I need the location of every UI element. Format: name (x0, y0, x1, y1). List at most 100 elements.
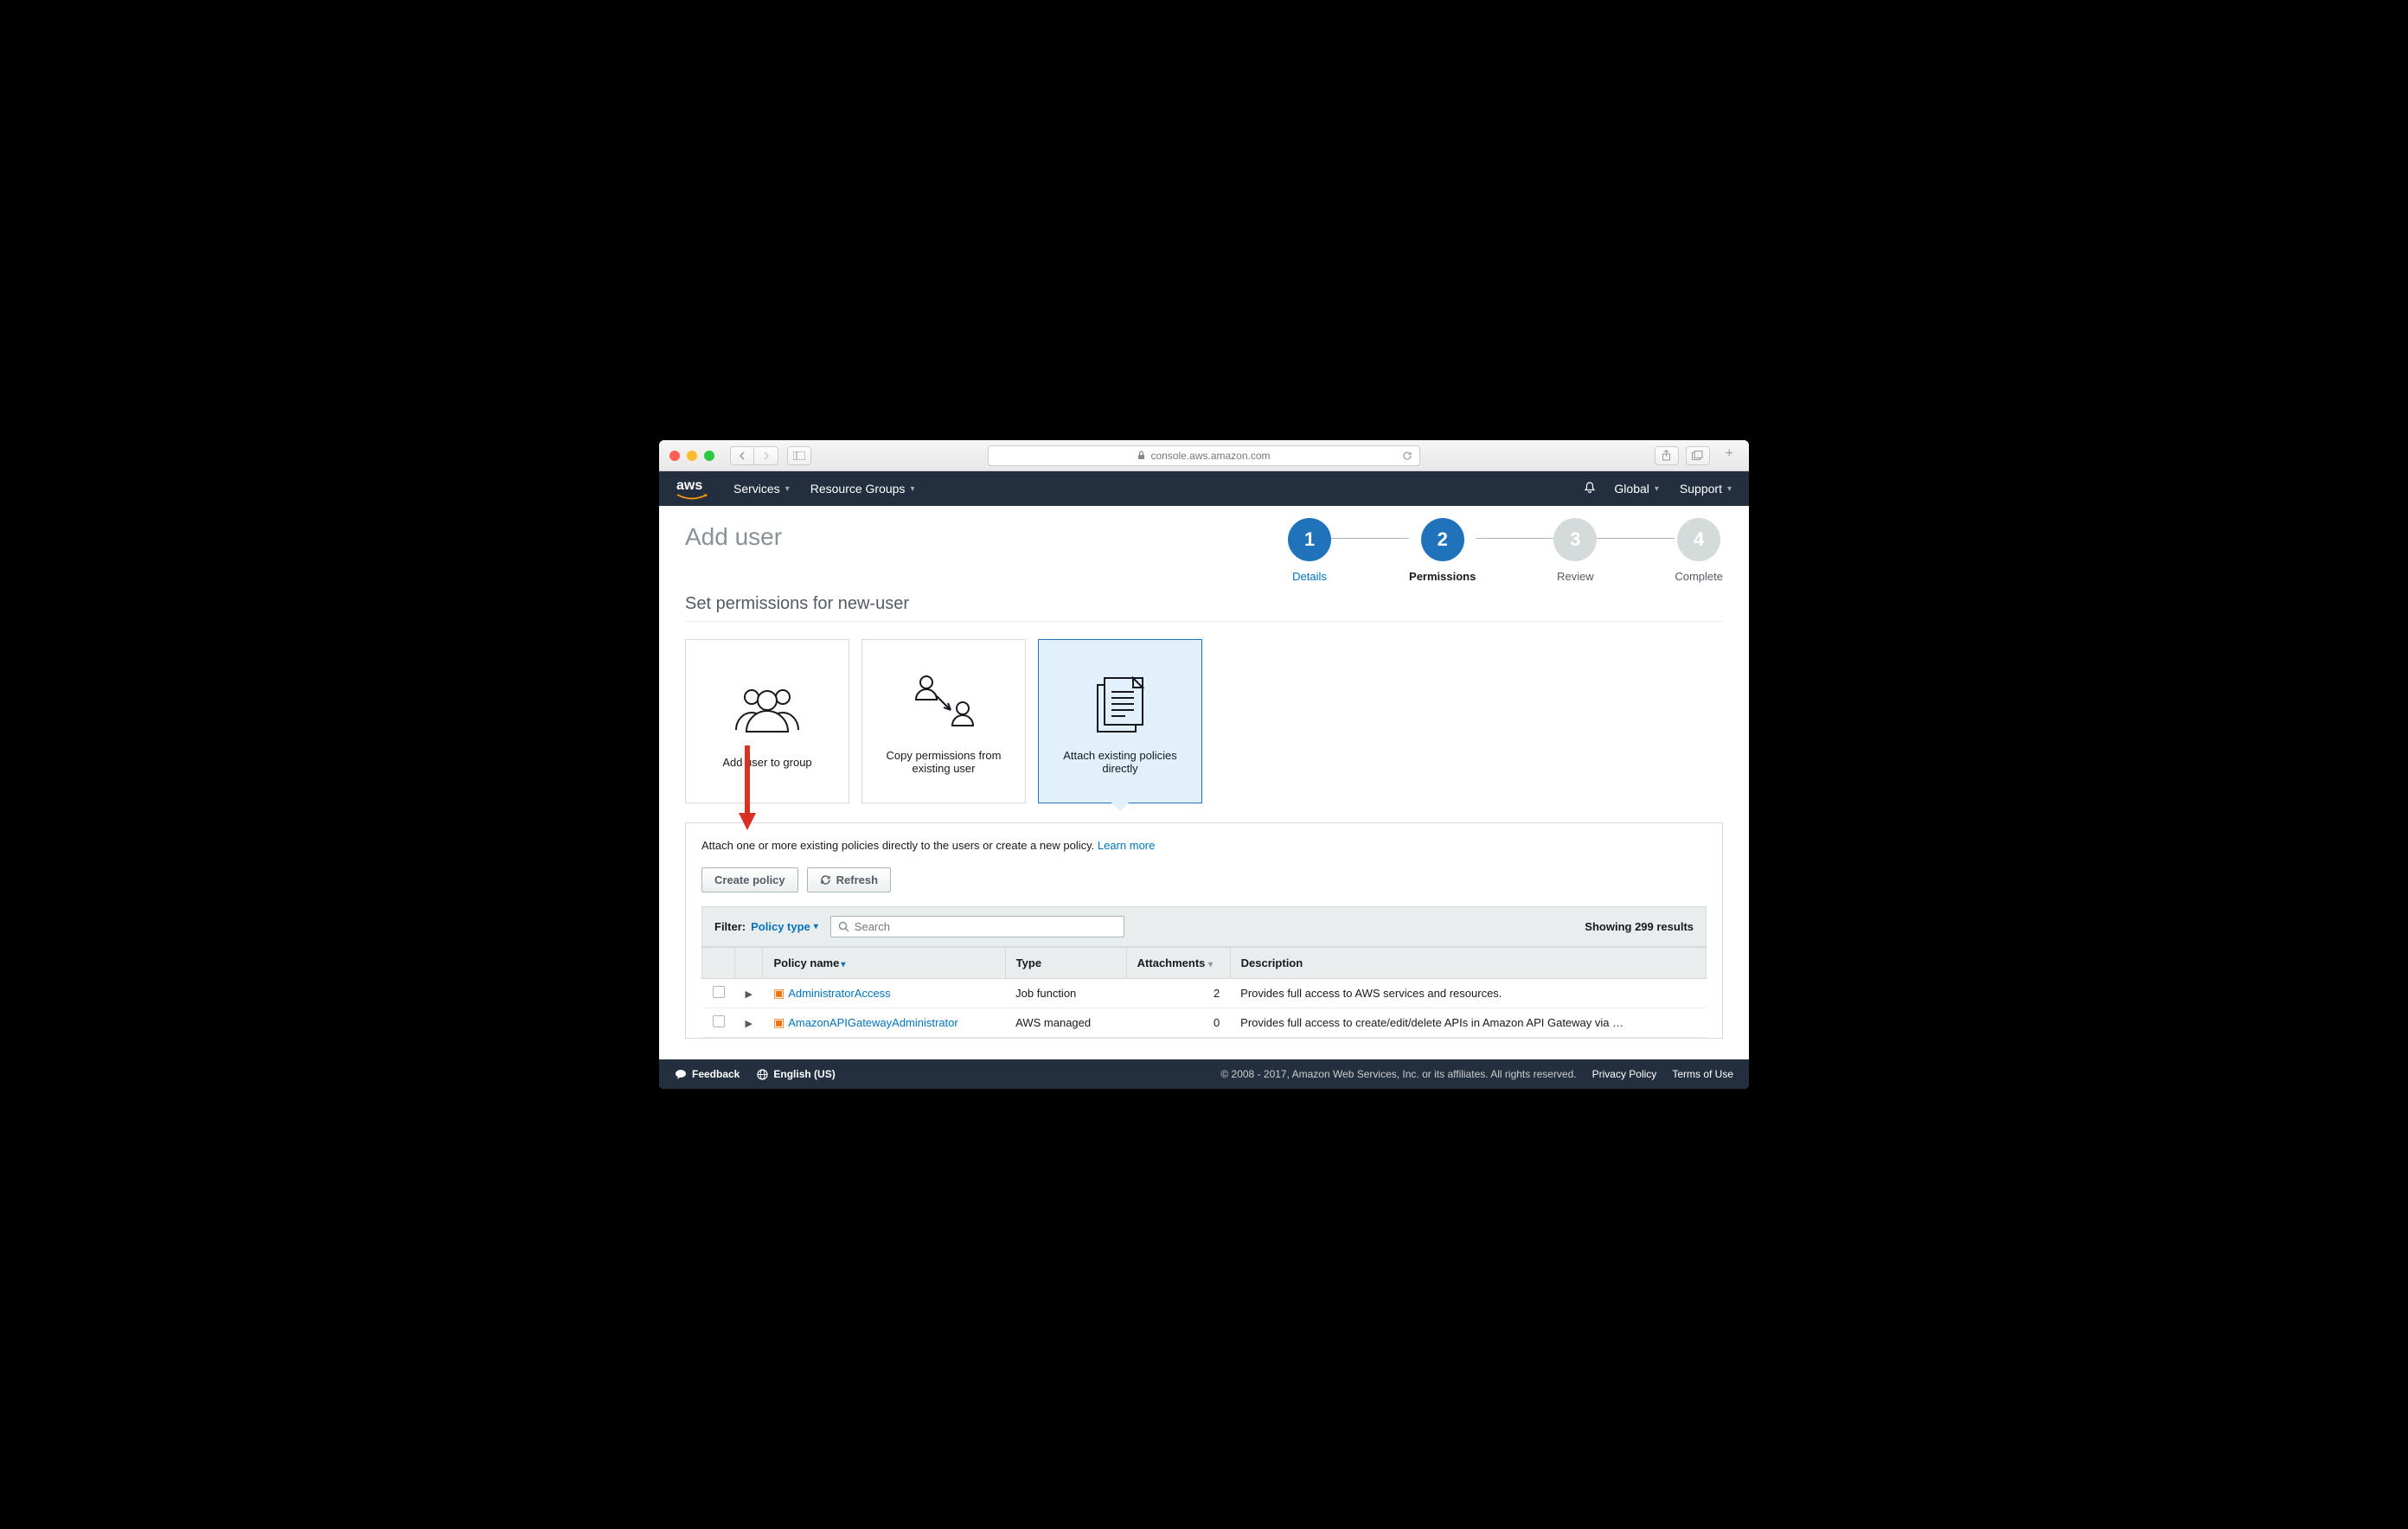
forward-button[interactable] (754, 446, 778, 465)
card-label: Attach existing policies directly (1047, 749, 1193, 775)
close-window-button[interactable] (669, 451, 680, 461)
url-text: console.aws.amazon.com (1150, 450, 1270, 462)
help-text-body: Attach one or more existing policies dir… (701, 839, 1098, 852)
permission-cards: Add user to group Copy permissions from … (685, 639, 1723, 803)
language-selector[interactable]: English (US) (757, 1068, 835, 1080)
search-icon (838, 921, 849, 932)
aws-logo[interactable]: aws (676, 479, 708, 499)
step-connector (1331, 538, 1409, 539)
refresh-button[interactable]: Refresh (807, 867, 891, 892)
terms-link[interactable]: Terms of Use (1672, 1068, 1733, 1080)
filter-policy-type[interactable]: Policy type ▾ (751, 920, 818, 933)
create-policy-button[interactable]: Create policy (701, 867, 798, 892)
document-icon (1086, 668, 1155, 737)
step-connector (1476, 538, 1553, 539)
card-attach-policies[interactable]: Attach existing policies directly (1038, 639, 1202, 803)
nav-support-label: Support (1680, 482, 1722, 496)
chevron-down-icon: ▾ (1655, 484, 1659, 494)
row-expander[interactable]: ▶ (746, 1019, 752, 1029)
lock-icon (1137, 451, 1145, 460)
col-label: Policy name (773, 956, 839, 969)
sidebar-toggle-button[interactable] (787, 446, 811, 465)
back-button[interactable] (730, 446, 754, 465)
col-label: Description (1241, 956, 1303, 969)
search-input[interactable] (855, 920, 1117, 933)
titlebar-right: + (1655, 446, 1739, 465)
wizard-step-review[interactable]: 3 Review (1553, 518, 1597, 583)
card-add-to-group[interactable]: Add user to group (685, 639, 849, 803)
feedback-label: Feedback (692, 1068, 740, 1080)
traffic-lights (669, 451, 714, 461)
reload-icon[interactable] (1402, 451, 1412, 461)
policy-attachments: 2 (1126, 979, 1230, 1008)
aws-navbar: aws Services ▾ Resource Groups ▾ Global ▾ S… (659, 471, 1749, 506)
nav-resource-groups-label: Resource Groups (810, 482, 906, 496)
nav-region-label: Global (1614, 482, 1649, 496)
col-type[interactable]: Type (1005, 948, 1126, 979)
copyright-text: © 2008 - 2017, Amazon Web Services, Inc.… (1220, 1068, 1576, 1080)
col-label: Type (1016, 956, 1041, 969)
language-label: English (US) (773, 1068, 835, 1080)
step-label: Permissions (1409, 570, 1476, 583)
share-button[interactable] (1655, 446, 1679, 465)
policy-name-link[interactable]: AdministratorAccess (788, 987, 890, 1000)
col-attachments[interactable]: Attachments ▾ (1126, 948, 1230, 979)
step-number: 3 (1553, 518, 1597, 561)
policy-type: AWS managed (1005, 1008, 1126, 1038)
policy-description: Provides full access to AWS services and… (1230, 979, 1706, 1008)
tabs-button[interactable] (1686, 446, 1710, 465)
search-box[interactable] (830, 916, 1124, 937)
step-number: 1 (1288, 518, 1331, 561)
feedback-link[interactable]: Feedback (675, 1068, 740, 1080)
learn-more-link[interactable]: Learn more (1098, 839, 1155, 852)
new-tab-button[interactable]: + (1720, 446, 1739, 465)
step-connector (1597, 538, 1675, 539)
create-policy-label: Create policy (714, 873, 785, 886)
nav-resource-groups[interactable]: Resource Groups ▾ (810, 482, 915, 496)
col-checkbox (702, 948, 735, 979)
card-label: Copy permissions from existing user (871, 749, 1016, 775)
privacy-link[interactable]: Privacy Policy (1592, 1068, 1657, 1080)
chevron-down-icon: ▾ (814, 922, 818, 931)
card-label: Add user to group (722, 756, 811, 769)
wizard-step-details[interactable]: 1 Details (1288, 518, 1331, 583)
policy-panel: Attach one or more existing policies dir… (685, 822, 1723, 1039)
col-description[interactable]: Description (1230, 948, 1706, 979)
chevron-down-icon: ▾ (910, 484, 914, 494)
row-checkbox[interactable] (713, 1015, 725, 1027)
step-number: 2 (1421, 518, 1464, 561)
row-checkbox[interactable] (713, 986, 725, 998)
col-policy-name[interactable]: Policy name▾ (763, 948, 1005, 979)
wizard-step-permissions[interactable]: 2 Permissions (1409, 518, 1476, 583)
policy-icon: ▣ (773, 1015, 785, 1029)
maximize-window-button[interactable] (704, 451, 714, 461)
chevron-down-icon: ▾ (785, 484, 790, 494)
filter-bar: Filter: Policy type ▾ Showing 299 result… (701, 906, 1707, 947)
nav-region[interactable]: Global ▾ (1614, 482, 1659, 496)
policy-name-link[interactable]: AmazonAPIGatewayAdministrator (788, 1016, 958, 1029)
filter-label: Filter: (714, 920, 746, 933)
row-expander[interactable]: ▶ (746, 989, 752, 1000)
policy-icon: ▣ (773, 986, 785, 1000)
minimize-window-button[interactable] (687, 451, 697, 461)
annotation-arrow (739, 745, 756, 836)
notifications-icon[interactable] (1583, 481, 1597, 497)
browser-window: console.aws.amazon.com + aws Services ▾ R… (659, 440, 1749, 1089)
nav-buttons (730, 446, 778, 465)
col-expand (735, 948, 763, 979)
step-label: Details (1292, 570, 1327, 583)
nav-support[interactable]: Support▾ (1680, 482, 1732, 496)
speech-bubble-icon (675, 1069, 687, 1080)
nav-services[interactable]: Services ▾ (733, 482, 790, 496)
wizard-step-complete[interactable]: 4 Complete (1675, 518, 1723, 583)
table-row: ▶ ▣AdministratorAccess Job function 2 Pr… (702, 979, 1707, 1008)
wizard-steps: 1 Details 2 Permissions 3 Review 4 Compl… (1288, 518, 1723, 583)
policy-attachments: 0 (1126, 1008, 1230, 1038)
titlebar: console.aws.amazon.com + (659, 440, 1749, 471)
section-title: Set permissions for new-user (685, 594, 1723, 622)
results-count: Showing 299 results (1585, 920, 1694, 933)
step-label: Complete (1675, 570, 1723, 583)
card-copy-permissions[interactable]: Copy permissions from existing user (861, 639, 1026, 803)
address-bar[interactable]: console.aws.amazon.com (988, 445, 1420, 466)
nav-services-label: Services (733, 482, 780, 496)
